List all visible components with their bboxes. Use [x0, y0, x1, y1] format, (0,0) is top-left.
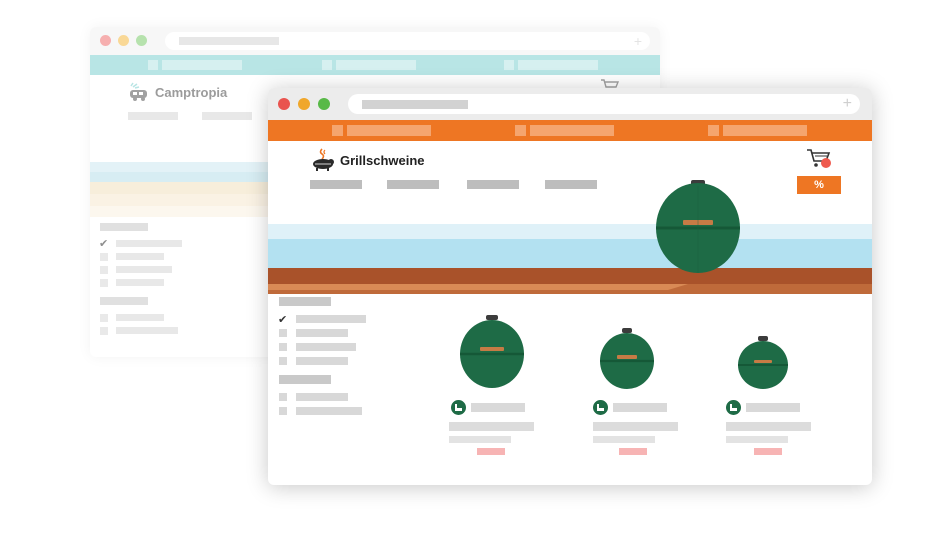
product-title: [471, 403, 525, 412]
url-placeholder: [362, 100, 468, 109]
product-price: [619, 448, 647, 455]
filter-option[interactable]: [116, 240, 182, 247]
filter-option[interactable]: [296, 329, 348, 337]
top-nav-bar: [90, 55, 660, 75]
nav-item[interactable]: [128, 112, 178, 120]
checkbox[interactable]: [100, 253, 108, 261]
top-nav-item[interactable]: [148, 60, 242, 70]
nav-item[interactable]: [467, 180, 519, 189]
promo-button[interactable]: %: [797, 176, 841, 194]
minimize-dot[interactable]: [298, 98, 310, 110]
top-nav-item[interactable]: [504, 60, 598, 70]
filter-title: [100, 223, 148, 231]
top-nav-item[interactable]: [332, 125, 431, 136]
new-tab-icon[interactable]: +: [843, 94, 852, 114]
hero-banner: [268, 224, 872, 294]
brand-name: Camptropia: [155, 84, 228, 100]
product-title: [613, 403, 667, 412]
camper-van-icon: [130, 82, 147, 101]
browser-chrome: +: [268, 88, 872, 120]
url-placeholder: [179, 37, 279, 45]
checkbox[interactable]: [279, 329, 287, 337]
product-description: [726, 436, 788, 443]
brand-logo[interactable]: Camptropia: [128, 82, 227, 102]
brand-logo[interactable]: Grillschweine: [310, 148, 425, 172]
checkbox[interactable]: [279, 343, 287, 351]
top-nav-item[interactable]: [322, 60, 416, 70]
product-price: [754, 448, 782, 455]
product-description: [449, 436, 511, 443]
filter-title: [100, 297, 148, 305]
filter-option[interactable]: [296, 343, 356, 351]
nav-item[interactable]: [310, 180, 362, 189]
close-dot[interactable]: [278, 98, 290, 110]
product-price: [477, 448, 505, 455]
checkbox[interactable]: [279, 357, 287, 365]
filter-option[interactable]: [296, 357, 348, 365]
filter-option[interactable]: [116, 314, 164, 321]
grill-icon: [738, 336, 788, 389]
filter-option[interactable]: [296, 407, 362, 415]
browser-chrome: +: [90, 27, 660, 55]
brand-name: Grillschweine: [340, 152, 425, 168]
top-nav-item[interactable]: [515, 125, 614, 136]
nav-item[interactable]: [202, 112, 252, 120]
filter-title: [279, 375, 331, 384]
filter-option[interactable]: [116, 327, 178, 334]
top-nav-bar: [268, 120, 872, 141]
minimize-dot[interactable]: [118, 35, 129, 46]
grill-icon: [460, 315, 524, 388]
product-badge-icon: [726, 400, 741, 415]
check-icon[interactable]: ✔: [99, 239, 108, 250]
product-subtitle: [449, 422, 534, 431]
shopping-cart-icon[interactable]: [806, 148, 832, 170]
checkbox[interactable]: [279, 393, 287, 401]
grill-icon: [600, 328, 654, 389]
nav-item[interactable]: [387, 180, 439, 189]
check-icon[interactable]: ✔: [278, 315, 287, 326]
product-badge-icon: [593, 400, 608, 415]
product-title: [746, 403, 800, 412]
maximize-dot[interactable]: [318, 98, 330, 110]
nav-item[interactable]: [545, 180, 597, 189]
address-bar[interactable]: +: [348, 94, 860, 114]
filter-option[interactable]: [116, 266, 172, 273]
filter-option[interactable]: [296, 315, 366, 323]
product-description: [593, 436, 655, 443]
hero-grill-image: [656, 180, 740, 273]
product-subtitle: [593, 422, 678, 431]
address-bar[interactable]: +: [165, 32, 650, 50]
product-subtitle: [726, 422, 811, 431]
checkbox[interactable]: [100, 314, 108, 322]
new-tab-icon[interactable]: +: [634, 32, 642, 50]
top-nav-item[interactable]: [708, 125, 807, 136]
close-dot[interactable]: [100, 35, 111, 46]
maximize-dot[interactable]: [136, 35, 147, 46]
checkbox[interactable]: [100, 279, 108, 287]
checkbox[interactable]: [100, 327, 108, 335]
filter-option[interactable]: [116, 279, 164, 286]
front-browser-window: + Grillschweine % ✔: [268, 88, 872, 485]
product-badge-icon: [451, 400, 466, 415]
filter-option[interactable]: [116, 253, 164, 260]
filter-option[interactable]: [296, 393, 348, 401]
checkbox[interactable]: [100, 266, 108, 274]
filter-title: [279, 297, 331, 306]
checkbox[interactable]: [279, 407, 287, 415]
grill-pig-icon: [313, 148, 334, 171]
